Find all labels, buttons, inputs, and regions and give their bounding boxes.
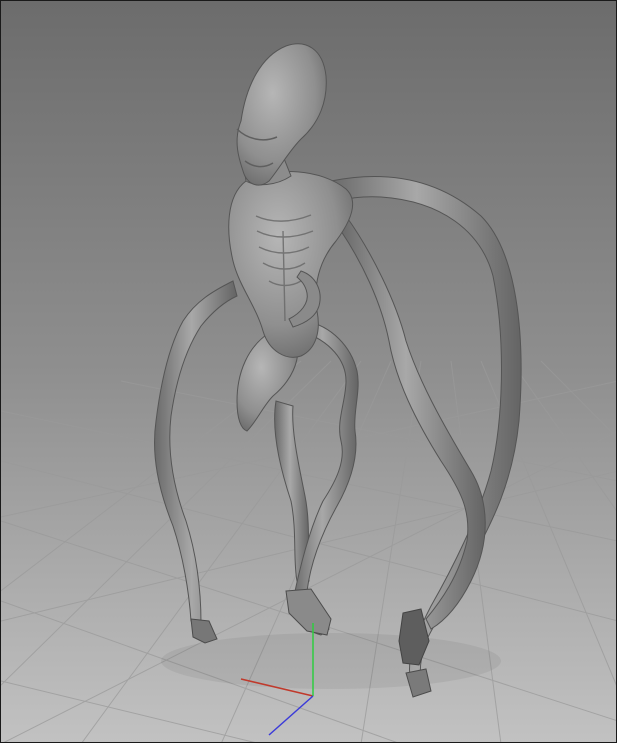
ground-shadow: [161, 633, 501, 689]
3d-viewport[interactable]: [0, 0, 617, 743]
viewport-canvas[interactable]: [1, 1, 617, 743]
